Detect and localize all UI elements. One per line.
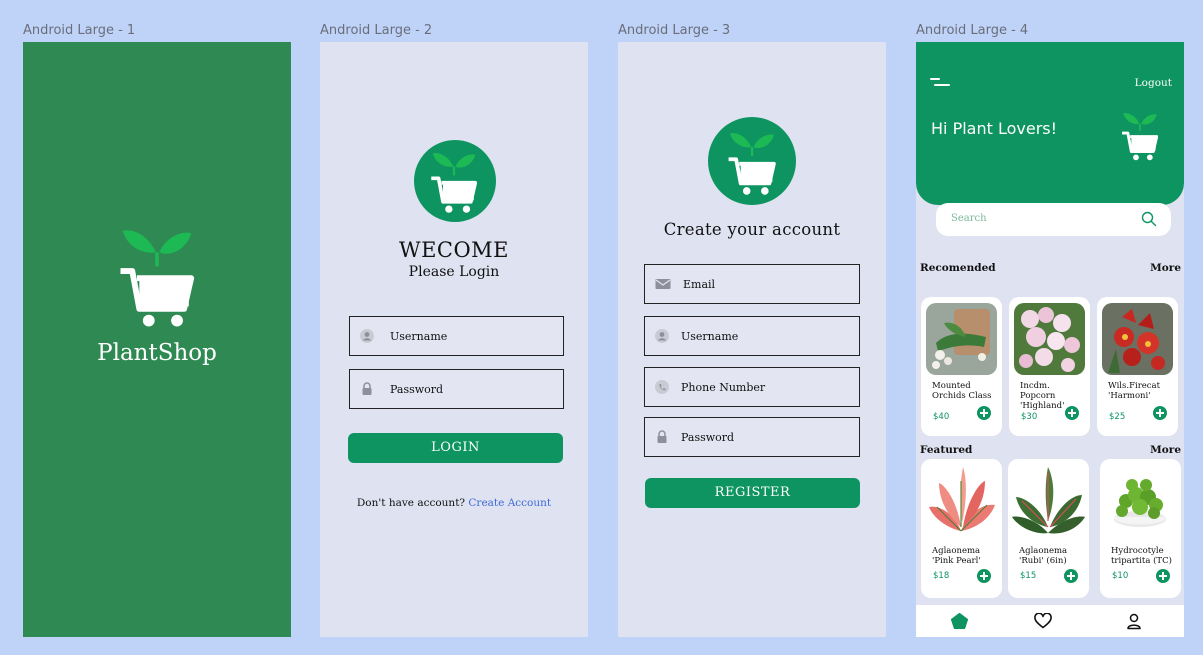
user-icon [360, 329, 374, 343]
product-name-line2: Orchids Class [932, 391, 992, 401]
product-name: Wils.Firecat 'Harmoni' [1108, 381, 1174, 401]
product-name-line1: Mounted [932, 381, 971, 391]
add-to-cart-plus-icon[interactable] [1064, 569, 1078, 583]
search-input[interactable]: Search [936, 203, 1171, 236]
user-icon [655, 329, 669, 343]
product-price: $30 [1021, 412, 1038, 422]
product-name: Aglaonema 'Rubi' (6in) [1019, 546, 1085, 566]
profile-icon[interactable] [1126, 613, 1142, 630]
recommended-more-link[interactable]: More [1150, 262, 1181, 274]
frame-label-1: Android Large - 1 [23, 23, 136, 38]
product-name-line2: 'Pink Pearl' [932, 556, 981, 566]
register-password-label: Password [681, 430, 735, 444]
product-card[interactable]: Incdm. Popcorn 'Highland' $30 [1009, 297, 1090, 436]
featured-header: Featured More [920, 444, 1181, 456]
login-button[interactable]: LOGIN [348, 433, 563, 463]
product-price: $18 [933, 571, 950, 581]
frame-label-3: Android Large - 3 [618, 23, 731, 38]
product-name-line2: 'Highland' [1020, 401, 1065, 411]
password-label: Password [390, 382, 444, 396]
email-label: Email [683, 277, 716, 291]
product-image [1102, 303, 1173, 375]
product-name: Hydrocotyle tripartita (TC) [1111, 546, 1177, 566]
login-screen: WECOME Please Login Username Password LO… [320, 42, 588, 637]
mail-icon [655, 279, 671, 289]
add-to-cart-plus-icon[interactable] [1153, 406, 1167, 420]
product-name-line2: 'Rubi' (6in) [1019, 556, 1067, 566]
register-username-label: Username [681, 329, 739, 343]
splash-screen: PlantShop [23, 42, 291, 637]
add-to-cart-plus-icon[interactable] [977, 406, 991, 420]
logo-badge [708, 117, 796, 205]
add-to-cart-plus-icon[interactable] [1065, 406, 1079, 420]
product-name-line1: Aglaonema [932, 546, 981, 556]
frame-label-2: Android Large - 2 [320, 23, 433, 38]
search-placeholder: Search [951, 213, 987, 224]
product-price: $25 [1109, 412, 1126, 422]
home-icon[interactable] [951, 613, 968, 629]
email-field[interactable]: Email [644, 264, 860, 304]
featured-title: Featured [920, 444, 973, 456]
add-to-cart-plus-icon[interactable] [1156, 569, 1170, 583]
register-password-field[interactable]: Password [644, 417, 860, 457]
product-price: $10 [1112, 571, 1129, 581]
logo-badge [414, 140, 496, 222]
product-card[interactable]: Wils.Firecat 'Harmoni' $25 [1097, 297, 1178, 436]
register-button[interactable]: REGISTER [645, 478, 860, 508]
create-account-title: Create your account [663, 220, 841, 239]
product-name: Mounted Orchids Class [932, 381, 998, 401]
welcome-title: WECOME [398, 238, 510, 262]
phone-icon [655, 380, 669, 394]
brand-name: PlantShop [97, 340, 217, 366]
product-name-line2: tripartita (TC) [1111, 556, 1172, 566]
product-card[interactable]: Hydrocotyle tripartita (TC) $10 [1100, 459, 1181, 598]
plant-cart-logo-icon [431, 151, 477, 215]
username-field[interactable]: Username [349, 316, 564, 356]
phone-field[interactable]: Phone Number [644, 367, 860, 407]
product-name-line1: Incdm. Popcorn [1020, 381, 1056, 401]
product-name: Aglaonema 'Pink Pearl' [932, 546, 998, 566]
logout-link[interactable]: Logout [1135, 77, 1172, 89]
phone-label: Phone Number [681, 380, 766, 394]
search-icon[interactable] [1141, 211, 1157, 227]
password-field[interactable]: Password [349, 369, 564, 409]
greeting-title: Hi Plant Lovers! [931, 119, 1058, 138]
login-subtitle: Please Login [408, 264, 500, 280]
product-image [1102, 461, 1179, 541]
plant-cart-logo-icon [1122, 111, 1158, 162]
plant-cart-logo-icon [119, 224, 195, 330]
lock-icon [657, 430, 667, 443]
product-name-line1: Hydrocotyle [1111, 546, 1164, 556]
product-image [1014, 303, 1085, 375]
product-name-line1: Wils.Firecat [1108, 381, 1161, 391]
signup-text: Don't have account? [356, 497, 469, 509]
register-username-field[interactable]: Username [644, 316, 860, 356]
menu-icon[interactable] [930, 78, 950, 88]
product-card[interactable]: Aglaonema 'Pink Pearl' $18 [921, 459, 1002, 598]
product-price: $40 [933, 412, 950, 422]
product-image [923, 461, 1000, 541]
username-label: Username [390, 329, 448, 343]
product-card[interactable]: Mounted Orchids Class $40 [921, 297, 1002, 436]
recommended-header: Recomended More [920, 262, 1181, 274]
product-image [1010, 461, 1087, 541]
product-price: $15 [1020, 571, 1037, 581]
recommended-title: Recomended [920, 262, 996, 274]
product-card[interactable]: Aglaonema 'Rubi' (6in) $15 [1008, 459, 1089, 598]
register-screen: Create your account Email Username Phone… [618, 42, 886, 637]
heart-icon[interactable] [1034, 613, 1052, 629]
home-screen: Logout Hi Plant Lovers! Search Recomende… [916, 42, 1184, 637]
product-name-line1: Aglaonema [1019, 546, 1068, 556]
bottom-nav [916, 605, 1184, 637]
home-header: Logout Hi Plant Lovers! [916, 42, 1184, 205]
add-to-cart-plus-icon[interactable] [977, 569, 991, 583]
create-account-link[interactable]: Create Account [468, 497, 551, 509]
lock-icon [362, 382, 372, 395]
plant-cart-logo-icon [728, 131, 776, 197]
signup-prompt: Don't have account? Create Account [320, 497, 588, 509]
product-name-line2: 'Harmoni' [1108, 391, 1151, 401]
frame-label-4: Android Large - 4 [916, 23, 1029, 38]
featured-more-link[interactable]: More [1150, 444, 1181, 456]
product-image [926, 303, 997, 375]
